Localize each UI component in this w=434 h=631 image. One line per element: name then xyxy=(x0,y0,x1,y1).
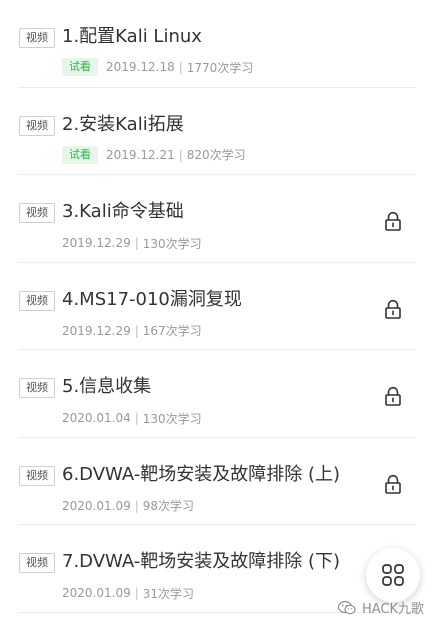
course-meta: 2019.12.29 | 130次学习 xyxy=(62,233,202,253)
course-title[interactable]: 4.MS17-010漏洞复现 xyxy=(62,287,242,313)
course-title[interactable]: 5.信息收集 xyxy=(62,374,151,400)
meta-separator: | xyxy=(134,498,139,513)
video-tag: 视频 xyxy=(19,115,55,136)
trial-badge[interactable]: 试看 xyxy=(62,58,98,76)
course-list: 视频 1.配置Kali Linux 试看 2019.12.18 | 1770次学… xyxy=(0,0,434,613)
learner-count: 130次学习 xyxy=(142,236,202,251)
lock-icon xyxy=(385,299,401,319)
video-tag: 视频 xyxy=(19,290,55,311)
course-item[interactable]: 视频 3.Kali命令基础 2019.12.29 | 130次学习 xyxy=(0,175,434,263)
course-item[interactable]: 视频 2.安装Kali拓展 试看 2019.12.21 | 820次学习 xyxy=(0,88,434,176)
learner-count: 1770次学习 xyxy=(186,60,254,75)
course-title[interactable]: 2.安装Kali拓展 xyxy=(62,112,184,138)
watermark-text: HACK九歌 xyxy=(361,602,424,617)
course-title[interactable]: 1.配置Kali Linux xyxy=(62,24,202,50)
course-item[interactable]: 视频 5.信息收集 2020.01.04 | 130次学习 xyxy=(0,350,434,438)
course-date: 2019.12.18 xyxy=(106,60,175,74)
video-tag: 视频 xyxy=(19,465,55,486)
course-title[interactable]: 6.DVWA-靶场安装及故障排除 (上) xyxy=(62,462,340,488)
meta-separator: | xyxy=(178,60,183,74)
course-meta: 2019.12.29 | 167次学习 xyxy=(62,321,202,341)
learner-count: 31次学习 xyxy=(142,586,195,601)
learner-count: 167次学习 xyxy=(142,324,202,338)
course-date: 2019.12.29 xyxy=(62,323,131,338)
course-date: 2020.01.04 xyxy=(62,411,131,425)
watermark: HACK九歌 xyxy=(337,598,424,617)
course-item[interactable]: 视频 6.DVWA-靶场安装及故障排除 (上) 2020.01.09 | 98次… xyxy=(0,438,434,526)
course-date: 2019.12.29 xyxy=(62,236,131,250)
course-meta: 试看 2019.12.21 | 820次学习 xyxy=(62,145,246,165)
video-tag: 视频 xyxy=(19,553,55,573)
wechat-icon xyxy=(337,600,356,614)
learner-count: 98次学习 xyxy=(142,499,195,513)
course-date: 2020.01.09 xyxy=(62,498,131,513)
course-title[interactable]: 7.DVWA-靶场安装及故障排除 (下) xyxy=(62,549,340,575)
lock-icon xyxy=(385,211,401,231)
learner-count: 130次学习 xyxy=(142,411,202,426)
course-meta: 试看 2019.12.18 | 1770次学习 xyxy=(62,57,253,77)
floating-menu-button[interactable] xyxy=(366,548,420,602)
video-tag: 视频 xyxy=(19,28,55,48)
video-tag: 视频 xyxy=(19,203,55,223)
meta-separator: | xyxy=(134,411,139,425)
course-title[interactable]: 3.Kali命令基础 xyxy=(62,199,184,225)
course-meta: 2020.01.09 | 98次学习 xyxy=(62,496,194,516)
course-item[interactable]: 视频 4.MS17-010漏洞复现 2019.12.29 | 167次学习 xyxy=(0,263,434,351)
meta-separator: | xyxy=(178,147,183,162)
lock-icon xyxy=(385,474,401,494)
course-date: 2020.01.09 xyxy=(62,586,131,600)
course-item[interactable]: 视频 1.配置Kali Linux 试看 2019.12.18 | 1770次学… xyxy=(0,0,434,88)
video-tag: 视频 xyxy=(19,378,55,398)
course-meta: 2020.01.04 | 130次学习 xyxy=(62,408,202,428)
learner-count: 820次学习 xyxy=(186,148,246,162)
course-date: 2019.12.21 xyxy=(106,147,175,162)
meta-separator: | xyxy=(134,586,139,600)
meta-separator: | xyxy=(134,323,139,338)
lock-icon xyxy=(385,386,401,406)
menu-grid-icon xyxy=(382,564,404,586)
trial-badge[interactable]: 试看 xyxy=(62,145,98,164)
course-meta: 2020.01.09 | 31次学习 xyxy=(62,583,194,603)
meta-separator: | xyxy=(134,236,139,250)
